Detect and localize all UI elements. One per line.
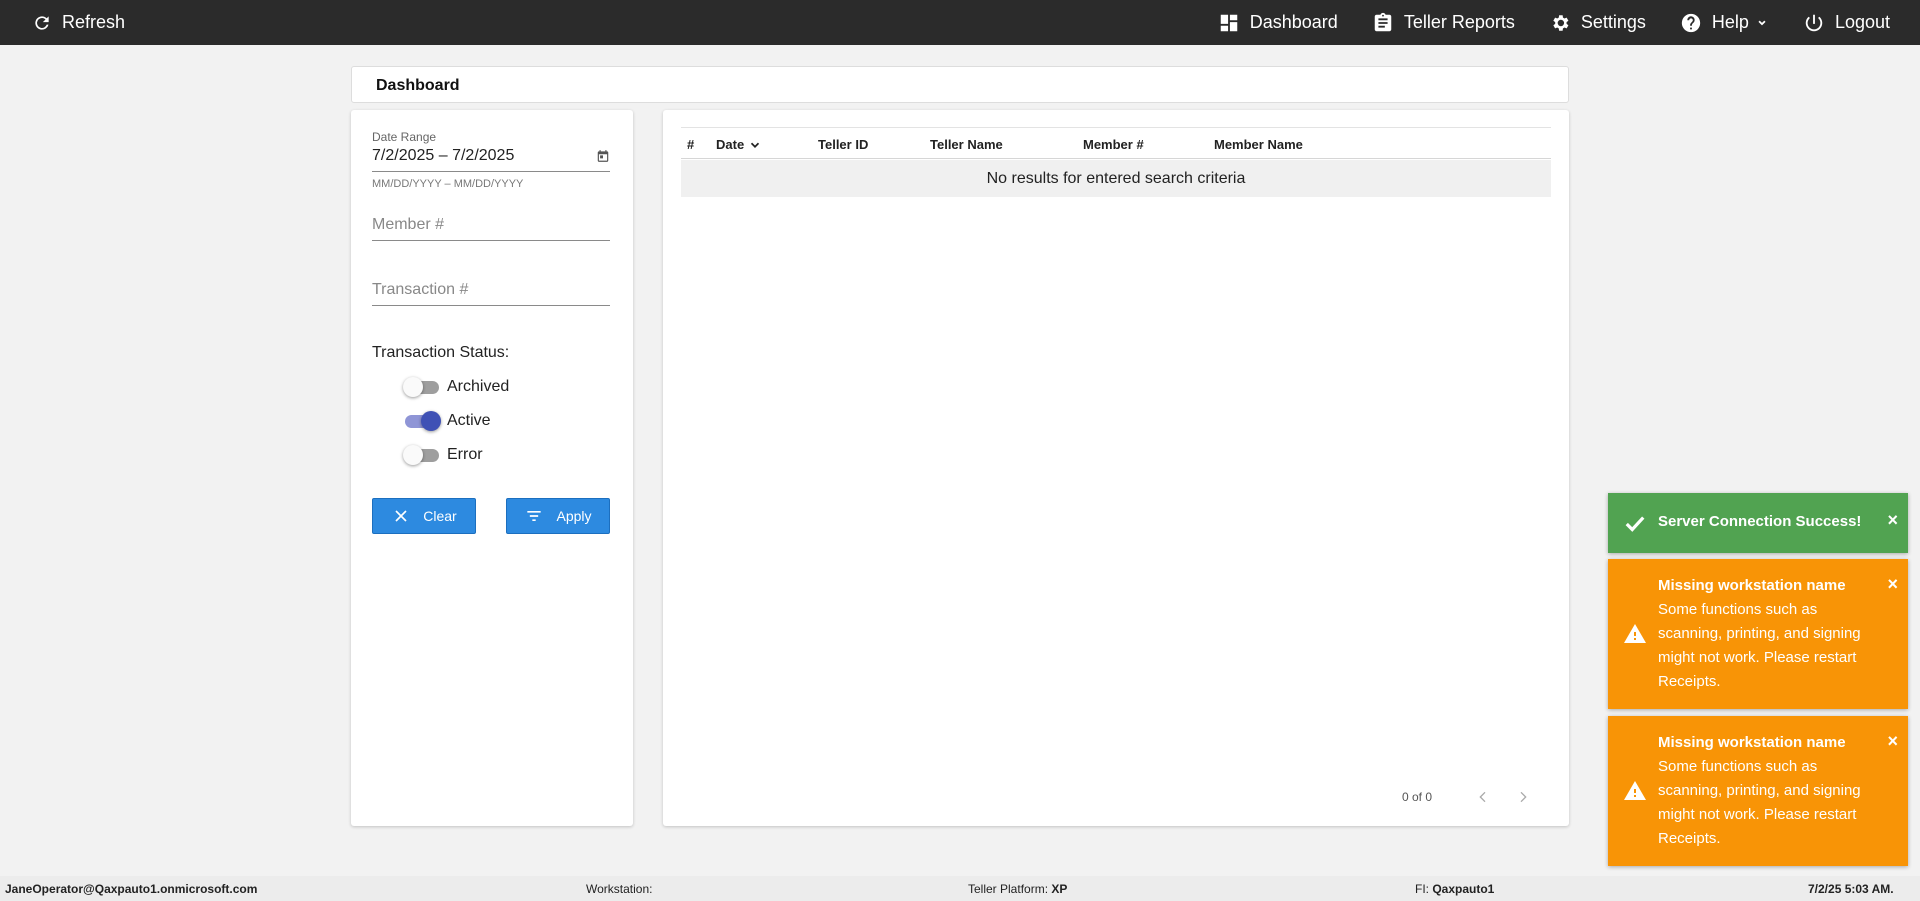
table-header: # Date Teller ID Teller Name Member # Me… — [681, 127, 1551, 159]
nav-teller-reports-label: Teller Reports — [1403, 12, 1515, 32]
power-icon — [1805, 14, 1823, 31]
toast-success: Server Connection Success! × — [1608, 493, 1908, 553]
transaction-status-title: Transaction Status: — [372, 344, 510, 361]
clear-button[interactable]: Clear — [372, 498, 476, 534]
refresh-icon — [35, 15, 49, 30]
transaction-number-input[interactable] — [372, 277, 610, 306]
gear-icon — [1553, 14, 1569, 31]
nav-dashboard[interactable]: Dashboard — [1218, 12, 1338, 34]
archived-switch[interactable] — [403, 377, 439, 397]
apply-label: Apply — [556, 508, 592, 524]
toast-warning-title: Missing workstation name — [1658, 734, 1846, 751]
close-icon — [395, 510, 407, 522]
footer-workstation-label: Workstation: — [586, 882, 653, 896]
chevron-down-icon — [1758, 20, 1766, 25]
results-panel: # Date Teller ID Teller Name Member # Me… — [663, 110, 1569, 826]
dashboard-icon — [1220, 14, 1237, 31]
help-icon — [1681, 13, 1701, 32]
nav-help-label: Help — [1711, 12, 1749, 32]
error-switch[interactable] — [403, 445, 439, 465]
empty-results-row: No results for entered search criteria — [681, 160, 1551, 197]
column-header-number[interactable]: # — [687, 137, 694, 152]
toast-close-button[interactable]: × — [1887, 731, 1898, 752]
date-range-value: 7/2/2025 – 7/2/2025 — [372, 147, 515, 164]
filter-panel: Date Range 7/2/2025 – 7/2/2025 MM/DD/YYY… — [351, 110, 633, 826]
next-page-button[interactable] — [1512, 786, 1534, 808]
toast-warning: Missing workstation name Some functions … — [1608, 559, 1908, 709]
column-header-teller-name[interactable]: Teller Name — [930, 137, 1003, 152]
date-range-label: Date Range — [372, 130, 437, 144]
column-header-date[interactable]: Date — [716, 137, 762, 152]
chevron-right-icon — [1520, 791, 1527, 803]
member-field — [372, 212, 610, 241]
nav-logout-label: Logout — [1834, 12, 1890, 32]
nav-teller-reports[interactable]: Teller Reports — [1372, 12, 1515, 34]
warning-icon — [1624, 781, 1646, 800]
archived-label: Archived — [447, 378, 510, 395]
toggle-active[interactable]: Active — [403, 411, 491, 431]
toast-close-button[interactable]: × — [1887, 510, 1898, 531]
toast-success-title: Server Connection Success! — [1658, 513, 1862, 530]
toast-close-button[interactable]: × — [1887, 574, 1898, 595]
checkmark-icon — [1625, 516, 1645, 532]
column-header-date-label: Date — [716, 137, 745, 152]
filter-icon — [527, 511, 542, 521]
page-title: Dashboard — [376, 77, 460, 94]
nav-settings[interactable]: Settings — [1549, 12, 1646, 34]
pager-status: 0 of 0 — [1402, 790, 1433, 804]
previous-page-button[interactable] — [1472, 786, 1494, 808]
date-range-field[interactable]: Date Range 7/2/2025 – 7/2/2025 MM/DD/YYY… — [372, 130, 610, 190]
refresh-button[interactable]: Refresh — [32, 0, 125, 45]
toast-warning-title: Missing workstation name — [1658, 577, 1846, 594]
warning-icon — [1624, 624, 1646, 643]
column-header-teller-id[interactable]: Teller ID — [818, 137, 868, 152]
error-label: Error — [447, 446, 483, 463]
sort-down-icon — [751, 142, 760, 148]
footer-platform-label: Teller Platform: — [968, 882, 1049, 896]
column-header-member-number[interactable]: Member # — [1083, 137, 1144, 152]
nav-help[interactable]: Help — [1680, 12, 1769, 34]
page-header: Dashboard — [351, 66, 1569, 103]
active-label: Active — [447, 412, 491, 429]
footer-fi-label: FI: — [1415, 882, 1429, 896]
toast-warning-message: Some functions such as scanning, printin… — [1658, 601, 1861, 690]
active-switch[interactable] — [403, 411, 441, 431]
clear-label: Clear — [423, 508, 457, 524]
toast-warning: Missing workstation name Some functions … — [1608, 716, 1908, 866]
date-range-hint: MM/DD/YYYY – MM/DD/YYYY — [372, 178, 524, 190]
footer-fi-value: Qaxpauto1 — [1432, 882, 1495, 896]
member-number-input[interactable] — [372, 212, 610, 241]
top-nav-bar: Refresh Dashboard Teller Reports Setting… — [0, 0, 1920, 45]
main-nav: Dashboard Teller Reports Settings Help L… — [1218, 0, 1890, 45]
nav-settings-label: Settings — [1580, 12, 1646, 32]
toggle-archived[interactable]: Archived — [403, 377, 509, 397]
apply-button[interactable]: Apply — [506, 498, 610, 534]
status-footer: JaneOperator@Qaxpauto1.onmicrosoft.com W… — [0, 876, 1920, 901]
transaction-field — [372, 277, 610, 306]
footer-user: JaneOperator@Qaxpauto1.onmicrosoft.com — [5, 882, 258, 896]
toggle-error[interactable]: Error — [403, 445, 483, 465]
nav-dashboard-label: Dashboard — [1249, 12, 1338, 32]
calendar-icon[interactable] — [596, 149, 610, 163]
clipboard-icon — [1374, 12, 1392, 31]
column-header-member-name[interactable]: Member Name — [1214, 137, 1303, 152]
date-range-input[interactable]: 7/2/2025 – 7/2/2025 — [372, 147, 610, 172]
nav-logout[interactable]: Logout — [1803, 12, 1890, 34]
footer-datetime: 7/2/25 5:03 AM. — [1808, 882, 1894, 896]
refresh-label: Refresh — [62, 12, 126, 32]
chevron-left-icon — [1479, 791, 1486, 803]
toast-warning-message: Some functions such as scanning, printin… — [1658, 758, 1861, 847]
footer-platform-value: XP — [1051, 882, 1068, 896]
